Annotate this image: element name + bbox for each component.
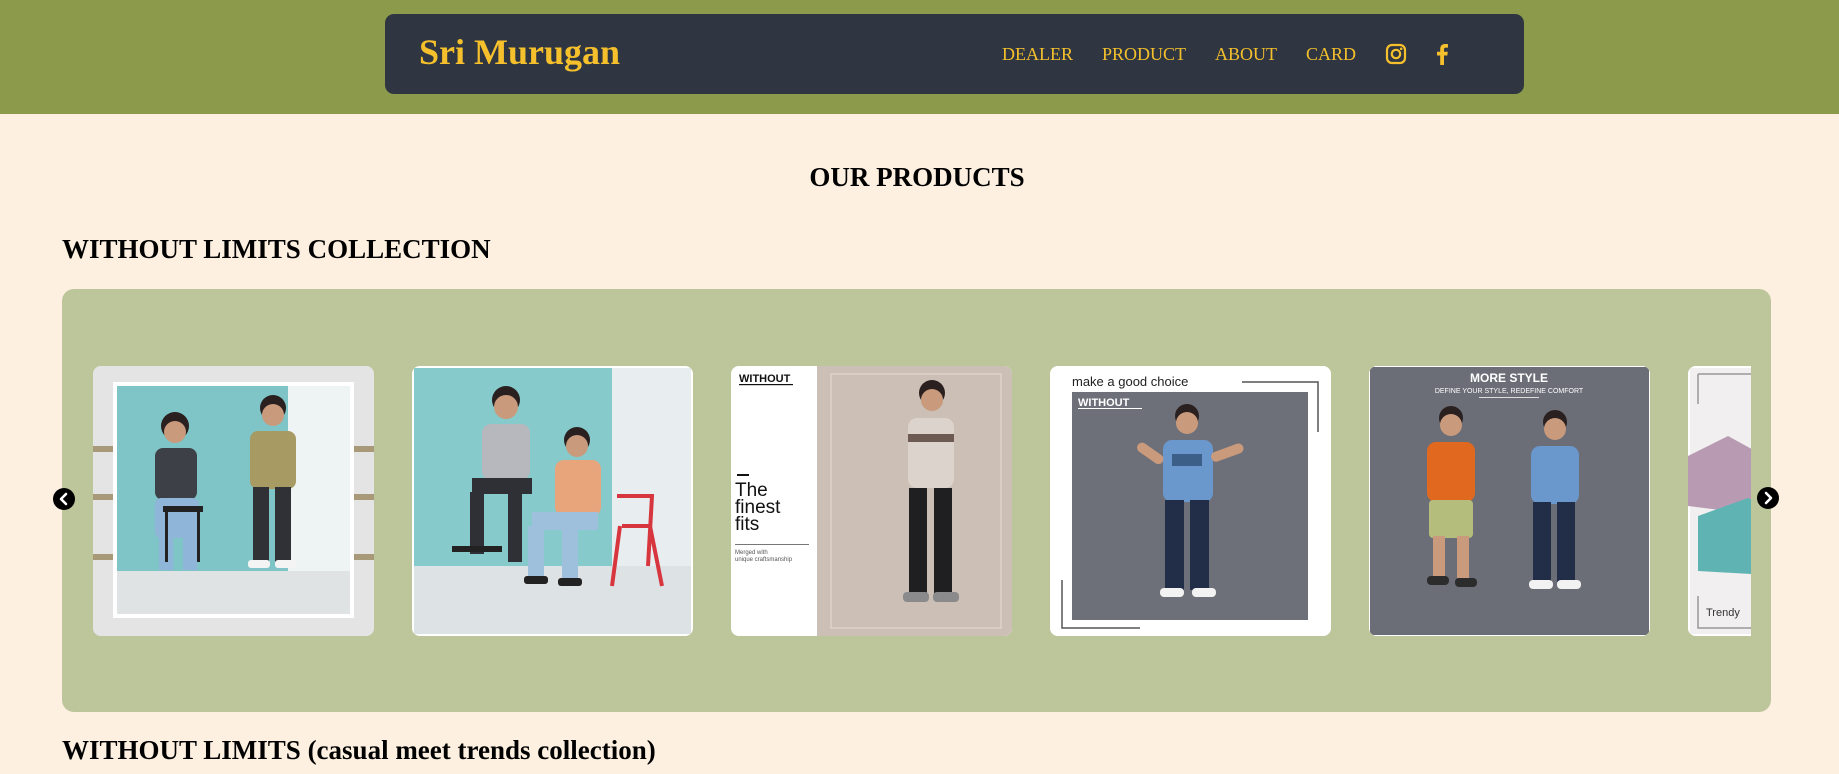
product-image: MORE STYLE DEFINE YOUR STYLE, REDEFINE C… <box>1369 366 1650 636</box>
page-title: OUR PRODUCTS <box>809 162 1025 192</box>
carousel-track: WITHOUT The finest fits Merged with uniq… <box>93 366 1751 636</box>
nav-links: DEALER PRODUCT ABOUT CARD <box>1002 14 1477 94</box>
instagram-icon[interactable] <box>1385 43 1407 65</box>
facebook-icon[interactable] <box>1431 43 1453 65</box>
nav-card[interactable]: CARD <box>1306 44 1356 65</box>
ad-small-text: Trendy <box>1706 607 1740 619</box>
product-carousel: WITHOUT The finest fits Merged with uniq… <box>62 289 1771 712</box>
product-card[interactable] <box>93 366 374 636</box>
ad-headline: fits <box>735 514 759 535</box>
ad-small-text: Merged with <box>735 550 768 556</box>
nav-about[interactable]: ABOUT <box>1215 44 1277 65</box>
product-card[interactable]: WITHOUT The finest fits Merged with uniq… <box>731 366 1012 636</box>
product-card[interactable] <box>412 366 693 636</box>
ad-small-text: unique craftsmanship <box>735 557 793 563</box>
product-image: Trendy <box>1688 366 1751 636</box>
chevron-left-icon <box>59 492 68 506</box>
product-card[interactable]: MORE STYLE DEFINE YOUR STYLE, REDEFINE C… <box>1369 366 1650 636</box>
ad-tagline: make a good choice <box>1072 374 1188 389</box>
header-band: Sri Murugan DEALER PRODUCT ABOUT CARD <box>0 0 1839 114</box>
nav-product[interactable]: PRODUCT <box>1102 44 1186 65</box>
section-title: WITHOUT LIMITS (casual meet trends colle… <box>62 735 656 765</box>
product-card[interactable]: make a good choice WITHOUT <box>1050 366 1331 636</box>
section-title: WITHOUT LIMITS COLLECTION <box>62 234 491 264</box>
ad-logo: WITHOUT <box>1078 397 1130 409</box>
product-image: make a good choice WITHOUT <box>1050 366 1331 636</box>
product-image <box>93 366 374 636</box>
ad-logo: WITHOUT <box>739 373 791 385</box>
chevron-right-icon <box>1764 491 1773 505</box>
ad-small-text: DEFINE YOUR STYLE, REDEFINE COMFORT <box>1435 388 1584 395</box>
carousel-prev-button[interactable] <box>53 488 75 510</box>
ad-headline: MORE STYLE <box>1470 371 1548 385</box>
navbar: Sri Murugan DEALER PRODUCT ABOUT CARD <box>385 14 1524 94</box>
product-image <box>412 366 693 636</box>
carousel-next-button[interactable] <box>1757 487 1779 509</box>
brand-logo[interactable]: Sri Murugan <box>419 31 620 73</box>
nav-dealer[interactable]: DEALER <box>1002 44 1073 65</box>
product-image: WITHOUT The finest fits Merged with uniq… <box>731 366 1012 636</box>
product-card[interactable]: Trendy <box>1688 366 1751 636</box>
